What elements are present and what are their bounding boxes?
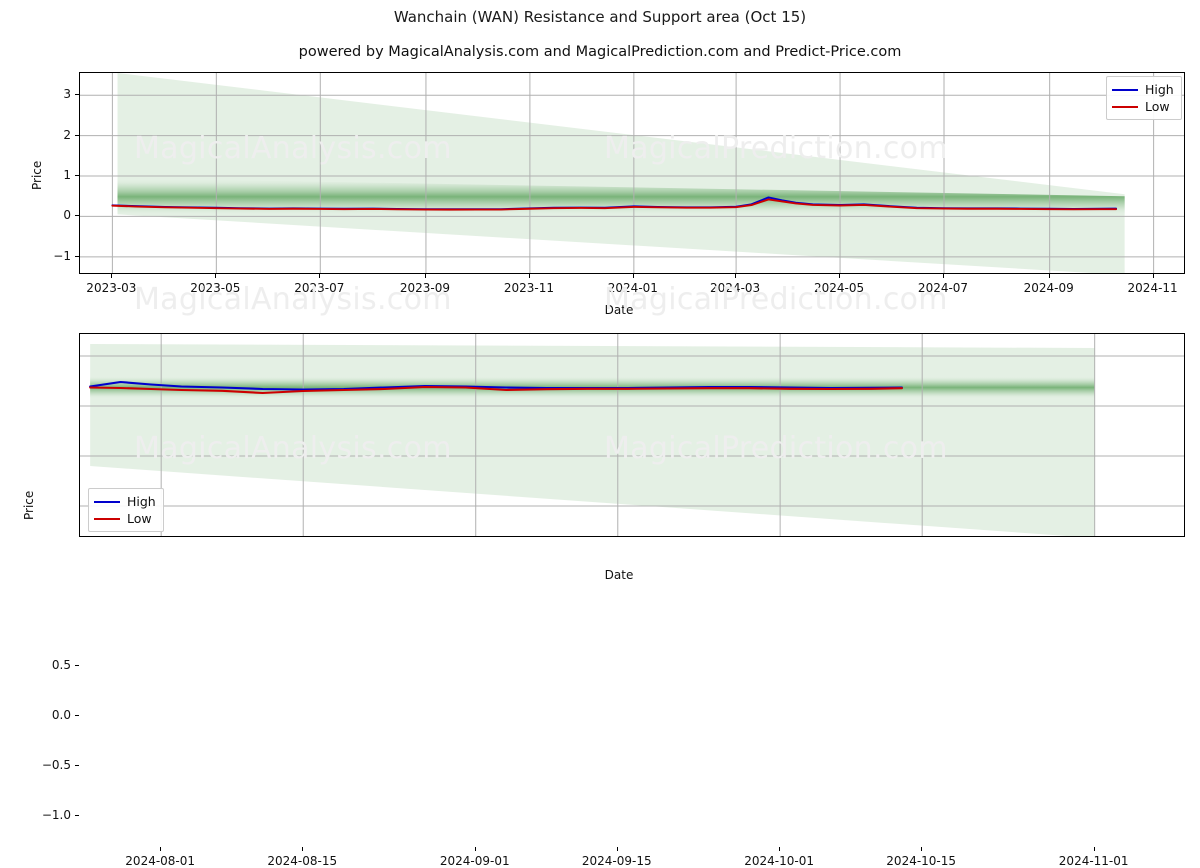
y-tickmark [75, 215, 79, 217]
y-tickmark [75, 94, 79, 96]
x-tick-label: 2023-11 [503, 281, 554, 295]
x-tick-label: 2024-08-01 [125, 854, 196, 868]
bottom-y-axis-label: Price [22, 490, 36, 520]
y-tickmark [75, 175, 79, 177]
y-tick-label: −0.5 [41, 758, 71, 772]
x-tickmark [632, 274, 634, 278]
watermark-prediction-mid: MagicalPrediction.com [604, 282, 948, 317]
x-tickmark [921, 847, 923, 851]
x-tick-label: 2023-03 [86, 281, 137, 295]
x-tick-label: 2024-08-15 [267, 854, 338, 868]
top-legend[interactable]: High Low [1106, 76, 1182, 120]
legend-item-high[interactable]: High [1112, 81, 1174, 98]
x-tickmark [1093, 847, 1095, 851]
x-tick-label: 2024-11-01 [1058, 854, 1129, 868]
low-line-swatch [1112, 105, 1138, 108]
legend-item-low[interactable]: Low [94, 510, 156, 527]
x-tick-label: 2024-09-01 [439, 854, 510, 868]
high-line-swatch [94, 500, 120, 503]
x-tick-label: 2024-11 [1127, 281, 1178, 295]
y-tickmark [75, 715, 79, 716]
y-tick-label: −1 [53, 248, 71, 263]
y-tick-label: 1 [63, 168, 71, 183]
y-tickmark [75, 665, 79, 666]
y-tickmark [75, 765, 79, 766]
x-tickmark [528, 274, 530, 278]
legend-item-high[interactable]: High [94, 493, 156, 510]
x-tick-label: 2024-10-15 [886, 854, 957, 868]
x-tickmark [215, 274, 217, 278]
y-tick-label: 0 [63, 208, 71, 223]
x-tickmark [424, 274, 426, 278]
x-tickmark [779, 847, 781, 851]
x-tickmark [319, 274, 321, 278]
low-line-swatch [94, 517, 120, 520]
y-tick-label: 2 [63, 127, 71, 142]
watermark-analysis-top: MagicalAnalysis.com [134, 131, 452, 166]
legend-item-low[interactable]: Low [1112, 98, 1174, 115]
chart-page: Wanchain (WAN) Resistance and Support ar… [0, 0, 1200, 868]
watermark-prediction-top: MagicalPrediction.com [604, 131, 948, 166]
x-tickmark [1048, 274, 1050, 278]
x-tickmark [616, 847, 618, 851]
y-tick-label: 0.0 [51, 708, 71, 722]
y-tick-label: 0.5 [51, 658, 71, 672]
watermark-prediction-bottom: MagicalPrediction.com [604, 431, 948, 466]
x-tick-label: 2024-09 [1023, 281, 1074, 295]
high-line-swatch [1112, 88, 1138, 91]
bottom-legend[interactable]: High Low [88, 488, 164, 532]
legend-label-high: High [127, 494, 156, 509]
x-tickmark [474, 847, 476, 851]
y-tickmark [75, 134, 79, 136]
bottom-x-axis-label: Date [604, 568, 634, 582]
x-tickmark [735, 274, 737, 278]
watermark-analysis-mid: MagicalAnalysis.com [134, 282, 452, 317]
y-tickmark [75, 255, 79, 257]
x-tickmark [839, 274, 841, 278]
legend-label-high: High [1145, 82, 1174, 97]
x-tickmark [160, 847, 162, 851]
x-tick-label: 2024-10-01 [744, 854, 814, 868]
y-tick-label: 3 [63, 87, 71, 102]
x-tickmark [111, 274, 113, 278]
legend-label-low: Low [127, 511, 152, 526]
y-tickmark [75, 815, 79, 816]
y-tick-label: −1.0 [41, 808, 71, 822]
x-tickmark [943, 274, 944, 278]
x-tickmark [302, 847, 304, 851]
legend-label-low: Low [1145, 99, 1170, 114]
watermark-analysis-bottom: MagicalAnalysis.com [134, 431, 452, 466]
x-tick-label: 2024-09-15 [581, 854, 652, 868]
x-tickmark [1152, 274, 1154, 278]
top-plot-area [79, 72, 1185, 274]
outer-band-region [117, 73, 1125, 273]
